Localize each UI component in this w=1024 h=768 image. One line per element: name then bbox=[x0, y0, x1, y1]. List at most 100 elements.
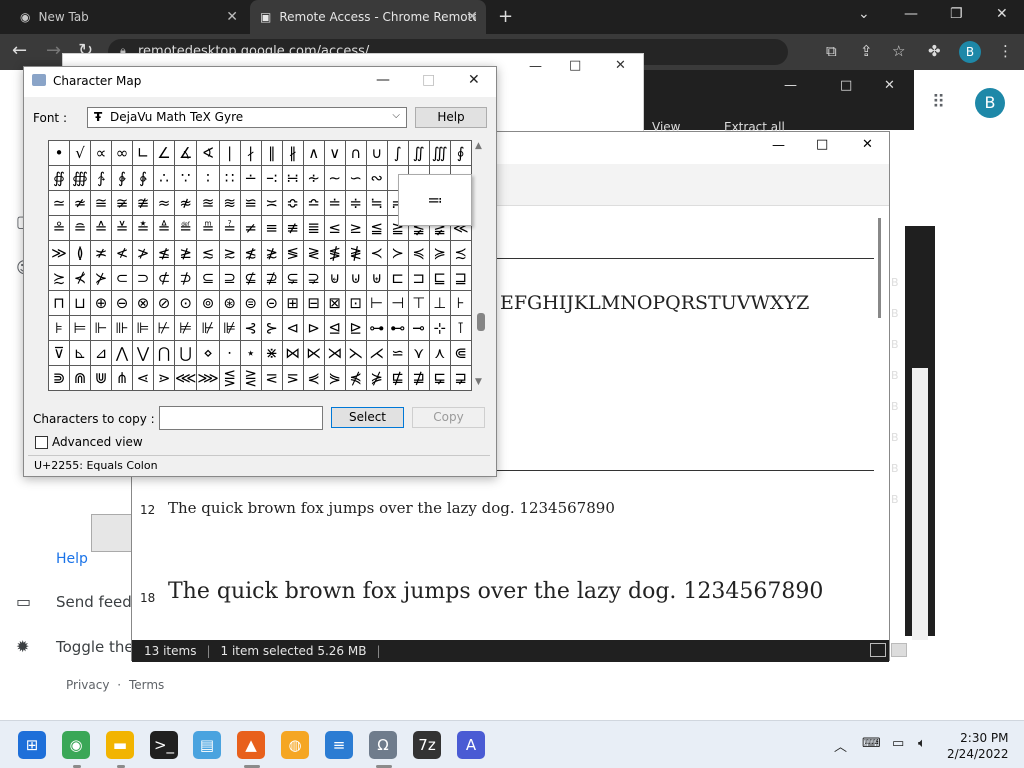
character-cell[interactable]: ≉ bbox=[173, 190, 198, 216]
character-cell[interactable]: ⋗ bbox=[153, 365, 175, 391]
character-grid-scrollbar[interactable]: ▲ ▼ bbox=[472, 141, 490, 389]
character-cell[interactable]: ⊲ bbox=[281, 315, 304, 341]
font-dropdown[interactable]: Ŧ DejaVu Math TeX Gyre ⌵ bbox=[87, 107, 407, 128]
character-cell[interactable]: ⊕ bbox=[90, 290, 112, 316]
file-explorer-icon[interactable]: ▬ bbox=[106, 731, 134, 759]
character-cell[interactable]: ⊬ bbox=[153, 315, 175, 341]
character-cell[interactable]: ∴ bbox=[153, 165, 175, 191]
character-cell[interactable]: ⊽ bbox=[48, 340, 70, 366]
character-cell[interactable]: ⊰ bbox=[239, 315, 262, 341]
character-cell[interactable]: ∧ bbox=[302, 140, 325, 166]
character-cell[interactable]: ⊢ bbox=[365, 290, 388, 316]
open-external-icon[interactable]: ⧉ bbox=[826, 42, 837, 60]
character-cell[interactable]: ⊮ bbox=[196, 315, 220, 341]
character-cell[interactable]: ⊥ bbox=[428, 290, 451, 316]
character-cell[interactable]: ⊀ bbox=[69, 265, 91, 291]
tiles-view-icon[interactable] bbox=[891, 643, 907, 657]
character-cell[interactable]: ∽ bbox=[344, 165, 367, 191]
character-cell[interactable]: ⊾ bbox=[69, 340, 91, 366]
close-window-icon[interactable]: ✕ bbox=[996, 6, 1008, 22]
character-cell[interactable]: ∼ bbox=[323, 165, 346, 191]
close-icon[interactable]: ✕ bbox=[884, 78, 895, 93]
checkbox-box[interactable] bbox=[35, 435, 48, 449]
character-cell[interactable]: ≬ bbox=[69, 240, 91, 266]
character-cell[interactable]: ∢ bbox=[196, 140, 220, 166]
font-app-icon[interactable]: A bbox=[457, 731, 485, 759]
new-tab-button[interactable]: + bbox=[498, 6, 513, 27]
character-cell[interactable]: ≶ bbox=[281, 240, 304, 266]
maximize-icon[interactable]: □ bbox=[840, 78, 852, 93]
character-cell[interactable]: ⋁ bbox=[132, 340, 154, 366]
character-cell[interactable]: ⋇ bbox=[260, 340, 283, 366]
scroll-down-icon[interactable]: ▼ bbox=[475, 377, 482, 387]
character-cell[interactable]: ≆ bbox=[111, 190, 133, 216]
character-cell[interactable]: ⋅ bbox=[218, 340, 241, 366]
character-cell[interactable]: ⊡ bbox=[344, 290, 367, 316]
character-cell[interactable]: ∠ bbox=[153, 140, 175, 166]
terms-link[interactable]: Terms bbox=[129, 678, 164, 692]
character-cell[interactable]: ⊷ bbox=[386, 315, 409, 341]
character-cell[interactable]: ≄ bbox=[69, 190, 91, 216]
character-cell[interactable]: ∱ bbox=[90, 165, 112, 191]
character-cell[interactable]: ⊴ bbox=[323, 315, 346, 341]
character-cell[interactable]: ≟ bbox=[218, 215, 241, 241]
character-cell[interactable]: ∯ bbox=[48, 165, 70, 191]
privacy-link[interactable]: Privacy bbox=[66, 678, 109, 692]
character-cell[interactable]: ⊁ bbox=[90, 265, 112, 291]
character-cell[interactable]: ≦ bbox=[365, 215, 388, 241]
character-cell[interactable]: ≊ bbox=[196, 190, 220, 216]
share-icon[interactable]: ⇪ bbox=[860, 42, 873, 60]
character-cell[interactable]: ⋝ bbox=[281, 365, 304, 391]
character-cell[interactable]: ≱ bbox=[173, 240, 198, 266]
character-cell[interactable]: ≻ bbox=[386, 240, 409, 266]
character-cell[interactable]: ⋒ bbox=[69, 365, 91, 391]
character-cell[interactable]: ⊘ bbox=[153, 290, 175, 316]
minimize-icon[interactable]: — bbox=[772, 138, 785, 153]
character-cell[interactable]: ⊿ bbox=[90, 340, 112, 366]
help-button[interactable]: Help bbox=[415, 107, 487, 128]
character-cell[interactable]: ∣ bbox=[218, 140, 241, 166]
character-cell[interactable]: ⊄ bbox=[153, 265, 175, 291]
character-cell[interactable]: ∸ bbox=[239, 165, 262, 191]
minimize-icon[interactable]: — bbox=[784, 78, 797, 93]
character-cell[interactable]: ∦ bbox=[281, 140, 304, 166]
character-cell[interactable]: ⊭ bbox=[173, 315, 198, 341]
character-cell[interactable]: ≋ bbox=[218, 190, 241, 216]
character-cell[interactable]: ⊉ bbox=[260, 265, 283, 291]
character-cell[interactable]: ⊣ bbox=[386, 290, 409, 316]
7zip-icon[interactable]: 7z bbox=[413, 731, 441, 759]
character-cell[interactable]: ⊗ bbox=[132, 290, 154, 316]
character-cell[interactable]: ≫ bbox=[48, 240, 70, 266]
character-cell[interactable]: ≍ bbox=[260, 190, 283, 216]
character-cell[interactable]: ≼ bbox=[407, 240, 430, 266]
character-cell[interactable]: ⊪ bbox=[111, 315, 133, 341]
character-cell[interactable]: ⊸ bbox=[407, 315, 430, 341]
character-cell[interactable]: ≝ bbox=[173, 215, 198, 241]
character-cell[interactable]: ⊒ bbox=[449, 265, 472, 291]
character-cell[interactable]: ⊚ bbox=[196, 290, 220, 316]
help-link[interactable]: Help bbox=[56, 551, 88, 567]
character-cell[interactable]: ≃ bbox=[48, 190, 70, 216]
maximize-icon[interactable]: □ bbox=[816, 137, 828, 152]
character-cell[interactable]: ⊹ bbox=[428, 315, 451, 341]
character-cell[interactable]: ≗ bbox=[48, 215, 70, 241]
tray-clock[interactable]: 2:30 PM 2/24/2022 bbox=[947, 730, 1009, 762]
character-cell[interactable]: ⊑ bbox=[428, 265, 451, 291]
character-cell[interactable]: ⋋ bbox=[344, 340, 367, 366]
character-cell[interactable]: ⊟ bbox=[302, 290, 325, 316]
character-cell[interactable]: ⊈ bbox=[239, 265, 262, 291]
character-cell[interactable]: ∵ bbox=[173, 165, 198, 191]
character-cell[interactable]: ⊦ bbox=[449, 290, 472, 316]
character-cell[interactable]: ⊏ bbox=[386, 265, 409, 291]
character-cell[interactable]: ≭ bbox=[90, 240, 112, 266]
character-cell[interactable]: ≾ bbox=[449, 240, 472, 266]
character-cell[interactable]: ⋀ bbox=[111, 340, 133, 366]
character-cell[interactable]: ⋛ bbox=[239, 365, 262, 391]
minimize-icon[interactable]: — bbox=[529, 59, 542, 74]
character-cell[interactable]: ⊨ bbox=[69, 315, 91, 341]
character-cell[interactable]: ⋌ bbox=[365, 340, 388, 366]
character-cell[interactable]: ⋏ bbox=[428, 340, 451, 366]
character-cell[interactable]: ⋤ bbox=[428, 365, 451, 391]
character-cell[interactable]: ≴ bbox=[239, 240, 262, 266]
close-tab-icon[interactable]: ✕ bbox=[466, 9, 478, 25]
